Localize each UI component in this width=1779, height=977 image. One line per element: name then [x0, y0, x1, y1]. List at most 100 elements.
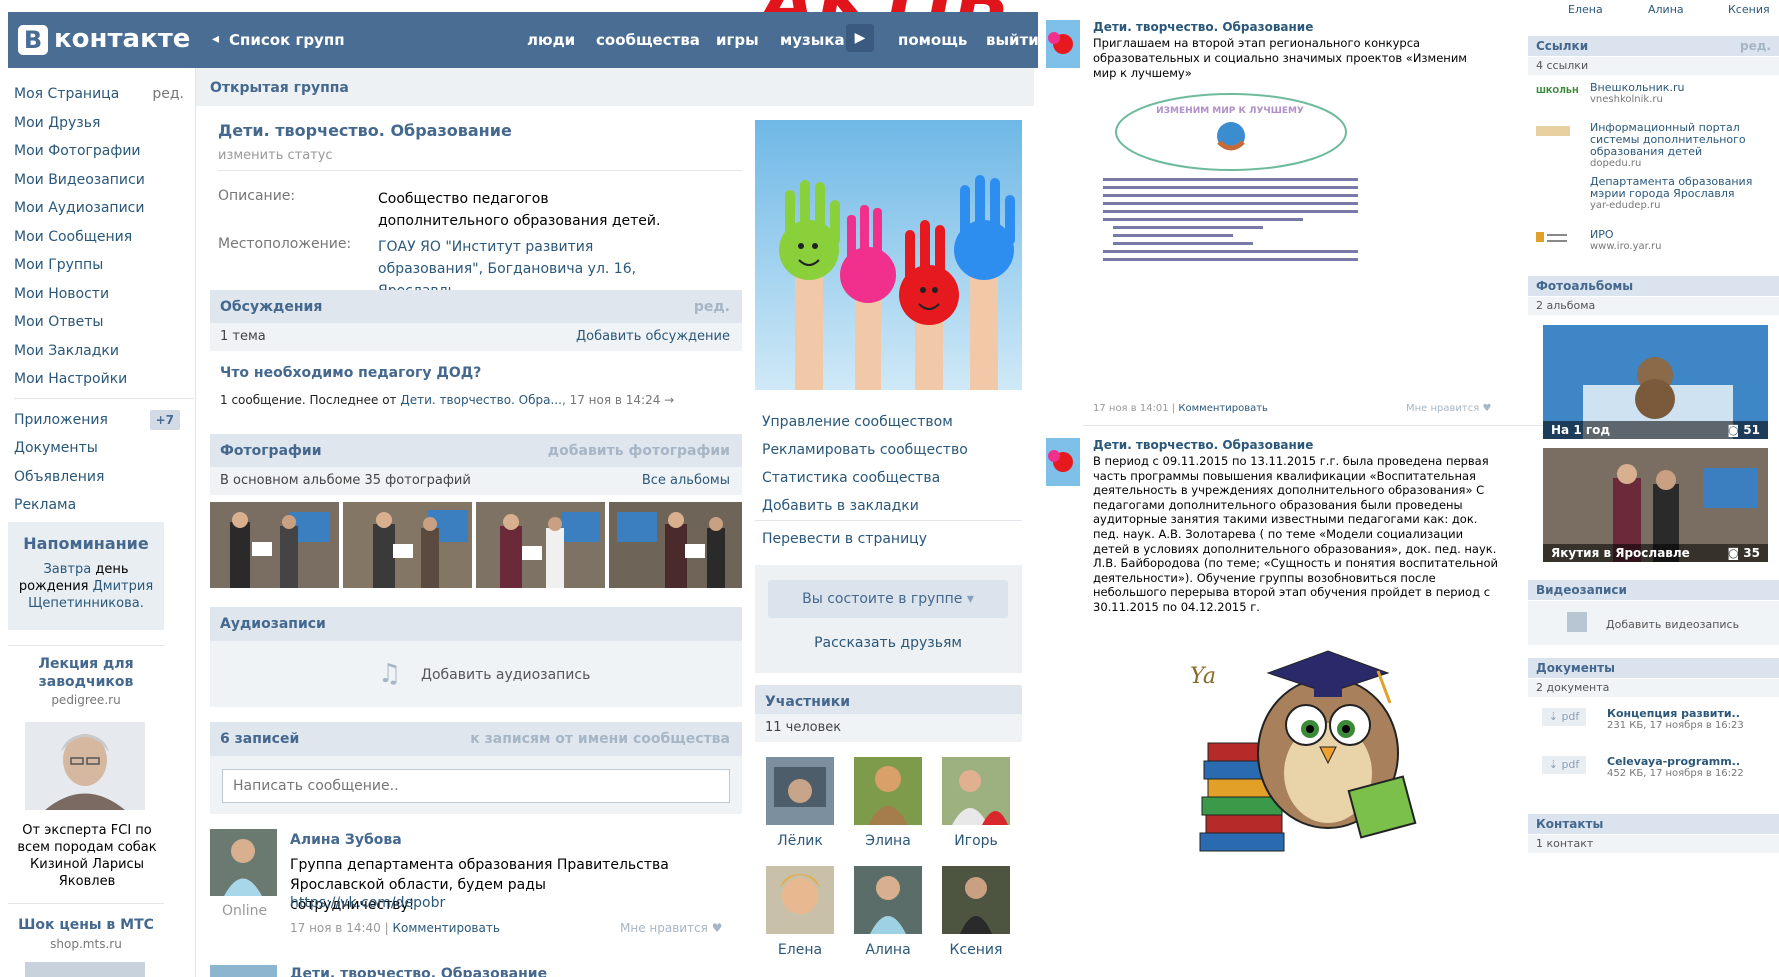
nav-logout[interactable]: выйти — [986, 31, 1038, 49]
post-author-avatar[interactable] — [210, 965, 277, 977]
feed-post-author[interactable]: Дети. творчество. Образование — [1093, 20, 1313, 34]
vk-logo-icon[interactable]: B — [18, 25, 48, 55]
arrow-right-icon[interactable]: → — [664, 393, 674, 407]
audio-header[interactable]: Аудиозаписи — [210, 607, 742, 641]
post-author-link[interactable]: Дети. творчество. Образование — [290, 966, 547, 977]
links-header[interactable]: Ссылки ред. — [1528, 36, 1779, 56]
sidebar-item-bookmarks[interactable]: Мои Закладки — [14, 337, 184, 366]
like-button[interactable]: Мне нравится ♥ — [620, 921, 722, 935]
sidebar-item-documents[interactable]: Документы — [14, 434, 184, 463]
nav-communities[interactable]: сообщества — [596, 31, 700, 49]
album-cover[interactable]: На 1 год ◙ 51 — [1543, 325, 1768, 439]
post-link[interactable]: https://vk.com/depobr — [290, 895, 445, 911]
member-avatar[interactable] — [942, 866, 1010, 934]
comment-link[interactable]: Комментировать — [392, 921, 499, 935]
add-discussion-link[interactable]: Добавить обсуждение — [576, 323, 730, 351]
member-avatar[interactable] — [942, 757, 1010, 825]
play-icon[interactable]: ▶ — [846, 24, 874, 52]
albums-header[interactable]: Фотоальбомы — [1528, 276, 1779, 296]
sidebar-item-friends[interactable]: Мои Друзья — [14, 109, 184, 138]
sidebar-item-messages[interactable]: Мои Сообщения — [14, 223, 184, 252]
member-name[interactable]: Елена — [766, 942, 834, 958]
add-audio-link[interactable]: Добавить аудиозапись — [421, 667, 590, 683]
owl-illustration[interactable]: Ya — [1178, 643, 1438, 853]
group-avatar-image[interactable] — [755, 120, 1022, 390]
post-author-avatar[interactable] — [1046, 20, 1080, 68]
post-author-avatar[interactable] — [210, 829, 277, 896]
member-name[interactable]: Алина — [854, 942, 922, 958]
wall-post-input[interactable] — [222, 769, 730, 803]
member-avatar[interactable] — [854, 757, 922, 825]
photo-thumbnail[interactable] — [343, 502, 472, 588]
comment-link[interactable]: Комментировать — [1178, 403, 1268, 414]
link-name[interactable]: ИРО — [1590, 229, 1661, 241]
post-author-avatar[interactable] — [1046, 438, 1080, 486]
sidebar-item-news[interactable]: Мои Новости — [14, 280, 184, 309]
all-albums-link[interactable]: Все альбомы — [642, 467, 730, 495]
manage-community-link[interactable]: Управление сообществом — [762, 408, 968, 436]
edit-link[interactable]: ред. — [152, 80, 184, 108]
link-name[interactable]: Внешкольник.ru — [1590, 82, 1684, 94]
member-name[interactable]: Элина — [854, 833, 922, 849]
tell-friends-button[interactable]: Рассказать друзьям — [768, 635, 1008, 651]
link-item[interactable]: ИРО www.iro.yar.ru — [1590, 229, 1661, 253]
edit-link[interactable]: ред. — [694, 290, 730, 324]
videos-header[interactable]: Видеозаписи — [1528, 580, 1779, 600]
sidebar-item-groups[interactable]: Мои Группы — [14, 251, 184, 280]
convert-to-page-link[interactable]: Перевести в страницу — [762, 531, 927, 547]
photo-thumbnail[interactable] — [210, 502, 339, 588]
link-name[interactable]: Департамента образования мэрии города Яр… — [1590, 176, 1770, 200]
post-time[interactable]: 17 ноя в 14:01 — [1093, 403, 1169, 414]
groups-list-link[interactable]: Список групп — [229, 31, 345, 49]
member-avatar[interactable] — [766, 866, 834, 934]
posts-as-community-link[interactable]: к записям от имени сообщества — [470, 722, 730, 756]
add-video-link[interactable]: Добавить видеозапись — [1606, 618, 1739, 631]
member-name[interactable]: Ксения — [1728, 3, 1770, 16]
community-stats-link[interactable]: Статистика сообщества — [762, 464, 968, 492]
ad-block-1[interactable]: Лекция для заводчиков pedigree.ru — [8, 655, 164, 707]
album-cover[interactable]: Якутия в Ярославле ◙ 35 — [1543, 448, 1768, 562]
feed-post-author[interactable]: Дети. творчество. Образование — [1093, 438, 1313, 452]
link-item[interactable]: Внешкольник.ru vneshkolnik.ru — [1590, 82, 1684, 106]
post-time[interactable]: 17 ноя в 14:40 — [290, 921, 381, 935]
nav-music[interactable]: музыка — [780, 31, 845, 49]
sidebar-item-videos[interactable]: Мои Видеозаписи — [14, 166, 184, 195]
ad-image[interactable] — [25, 962, 145, 977]
sidebar-item-photos[interactable]: Мои Фотографии — [14, 137, 184, 166]
member-avatar[interactable] — [854, 866, 922, 934]
link-name[interactable]: Информационный портал системы дополнител… — [1590, 122, 1770, 158]
sidebar-item-apps[interactable]: Приложения +7 — [14, 406, 184, 435]
post-author-link[interactable]: Алина Зубова — [290, 832, 402, 848]
member-name[interactable]: Елена — [1568, 3, 1603, 16]
add-photos-link[interactable]: добавить фотографии — [548, 434, 730, 468]
ad-block-2[interactable]: Шок цены в МТС shop.mts.ru — [8, 917, 164, 951]
document-item[interactable]: Концепция развити.. 231 КБ, 17 ноября в 1… — [1607, 708, 1772, 732]
discussions-header[interactable]: Обсуждения ред. — [210, 290, 742, 324]
document-name[interactable]: Концепция развити.. — [1607, 708, 1772, 720]
nav-games[interactable]: игры — [716, 31, 759, 49]
document-name[interactable]: Celevaya-programm.. — [1607, 756, 1772, 768]
nav-people[interactable]: люди — [527, 31, 575, 49]
membership-dropdown[interactable]: Вы состоите в группе ▾ — [768, 580, 1008, 618]
sidebar-item-my-page[interactable]: Моя Страница ред. — [14, 80, 184, 109]
last-post-author-link[interactable]: Дети. творчество. Обра... — [400, 393, 562, 407]
link-item[interactable]: Информационный портал системы дополнител… — [1590, 122, 1770, 170]
ad-image[interactable] — [25, 722, 145, 810]
member-name[interactable]: Лёлик — [766, 833, 834, 849]
sidebar-item-ads[interactable]: Объявления — [14, 463, 184, 492]
photos-header[interactable]: Фотографии добавить фотографии — [210, 434, 742, 468]
like-button[interactable]: Мне нравится ♥ — [1406, 403, 1491, 414]
discussion-topic-link[interactable]: Что необходимо педагогу ДОД? — [220, 365, 481, 381]
edit-link[interactable]: ред. — [1740, 36, 1771, 56]
member-name[interactable]: Ксения — [942, 942, 1010, 958]
member-name[interactable]: Игорь — [942, 833, 1010, 849]
change-status-link[interactable]: изменить статус — [218, 148, 333, 163]
vk-logo-text[interactable]: контакте — [54, 24, 190, 54]
ad-title[interactable]: Шок цены в МТС — [8, 917, 164, 933]
documents-header[interactable]: Документы — [1528, 658, 1779, 678]
link-item[interactable]: Департамента образования мэрии города Яр… — [1590, 176, 1770, 212]
advertise-community-link[interactable]: Рекламировать сообщество — [762, 436, 968, 464]
nav-help[interactable]: помощь — [898, 31, 967, 49]
sidebar-item-audio[interactable]: Мои Аудиозаписи — [14, 194, 184, 223]
wall-header[interactable]: 6 записей к записям от имени сообщества — [210, 722, 742, 756]
